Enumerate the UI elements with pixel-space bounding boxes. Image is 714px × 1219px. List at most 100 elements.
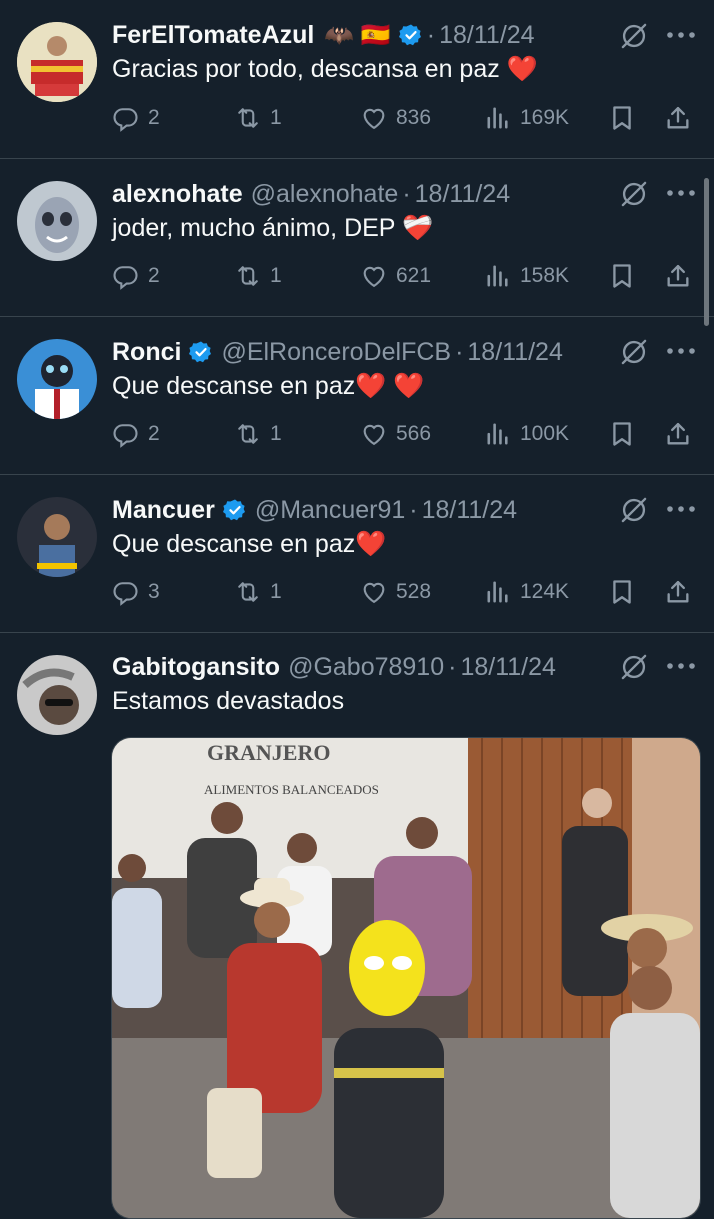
display-name[interactable]: alexnohate [112, 180, 243, 209]
views-icon [484, 262, 512, 290]
views-button[interactable]: 124K [484, 572, 569, 612]
like-count: 566 [396, 422, 432, 445]
tweet-date[interactable]: 18/11/24 [415, 180, 510, 209]
display-name[interactable]: Gabitogansito [112, 653, 280, 682]
avatar[interactable] [17, 339, 97, 419]
reply-icon [112, 578, 140, 606]
share-icon [664, 262, 692, 290]
reply-button[interactable]: 2 [112, 256, 160, 296]
verified-badge-icon [399, 23, 423, 47]
reply-button[interactable]: 2 [112, 414, 160, 454]
more-options-icon[interactable] [666, 30, 696, 40]
view-count: 100K [520, 422, 570, 445]
share-button[interactable] [664, 572, 700, 612]
views-button[interactable]: 158K [484, 256, 569, 296]
retweet-button[interactable]: 1 [234, 572, 282, 612]
like-button[interactable]: 836 [360, 98, 431, 138]
share-button[interactable] [664, 256, 700, 296]
reply-count: 3 [148, 580, 160, 603]
reply-button[interactable]: 3 [112, 572, 160, 612]
display-name[interactable]: FerElTomateAzul [112, 21, 314, 50]
share-icon [664, 104, 692, 132]
reply-button[interactable]: 2 [112, 98, 160, 138]
view-count: 158K [520, 264, 570, 287]
scrollbar[interactable] [704, 178, 709, 326]
tweet-date[interactable]: 18/11/24 [460, 653, 555, 682]
avatar[interactable] [17, 655, 97, 735]
tweet-date[interactable]: 18/11/24 [422, 496, 517, 525]
more-options-icon[interactable] [666, 346, 696, 356]
tweet-actions: 3 1 528 124K [112, 572, 702, 612]
tweet[interactable]: alexnohate @alexnohate · 18/11/24 joder,… [0, 159, 714, 317]
tweet[interactable]: FerElTomateAzul 🦇 🇪🇸 · 18/11/24 Gracias … [0, 0, 714, 159]
grok-icon[interactable] [620, 22, 648, 50]
heart-icon [360, 262, 388, 290]
separator-dot: · [426, 20, 436, 49]
tweet[interactable]: Mancuer @Mancuer91 · 18/11/24 Que descan… [0, 475, 714, 633]
tweet-date[interactable]: 18/11/24 [467, 338, 562, 367]
display-name[interactable]: Mancuer [112, 496, 215, 525]
reply-icon [112, 420, 140, 448]
reply-icon [112, 262, 140, 290]
avatar[interactable] [17, 181, 97, 261]
retweet-count: 1 [270, 422, 282, 445]
more-options-icon[interactable] [666, 504, 696, 514]
retweet-icon [234, 262, 262, 290]
reply-count: 2 [148, 422, 160, 445]
bookmark-icon [608, 578, 636, 606]
like-button[interactable]: 566 [360, 414, 431, 454]
sign-text: GRANJERO [207, 740, 330, 765]
views-icon [484, 420, 512, 448]
grok-icon[interactable] [620, 653, 648, 681]
grok-icon[interactable] [620, 338, 648, 366]
tweet-text: Que descanse en paz❤️ ❤️ [112, 372, 425, 400]
heart-icon [360, 578, 388, 606]
bookmark-button[interactable] [608, 98, 644, 138]
views-button[interactable]: 169K [484, 98, 569, 138]
like-button[interactable]: 528 [360, 572, 431, 612]
tweet-text: Que descanse en paz❤️ [112, 530, 387, 558]
separator-dot: · [448, 652, 457, 681]
retweet-count: 1 [270, 106, 282, 129]
retweet-count: 1 [270, 580, 282, 603]
tweet-media-video[interactable]: GRANJERO ALIMENTOS BALANCEADOS [111, 737, 701, 1219]
bookmark-icon [608, 104, 636, 132]
user-handle[interactable]: @Gabo78910 [288, 653, 444, 682]
tweet-actions: 2 1 621 158K [112, 256, 702, 296]
like-count: 621 [396, 264, 432, 287]
avatar[interactable] [17, 497, 97, 577]
view-count: 124K [520, 580, 570, 603]
user-handle[interactable]: @Mancuer91 [255, 496, 405, 525]
tweet-text: Estamos devastados [112, 687, 345, 715]
verified-badge-icon [223, 498, 247, 522]
bookmark-button[interactable] [608, 414, 644, 454]
share-button[interactable] [664, 414, 700, 454]
avatar[interactable] [17, 22, 97, 102]
like-button[interactable]: 621 [360, 256, 431, 296]
more-options-icon[interactable] [666, 661, 696, 671]
video-frame: GRANJERO ALIMENTOS BALANCEADOS [112, 738, 700, 1218]
verified-badge-icon [189, 340, 213, 364]
retweet-button[interactable]: 1 [234, 256, 282, 296]
reply-icon [112, 104, 140, 132]
display-name[interactable]: Ronci [112, 338, 181, 367]
retweet-icon [234, 104, 262, 132]
bookmark-button[interactable] [608, 572, 644, 612]
separator-dot: · [402, 179, 411, 208]
retweet-count: 1 [270, 264, 282, 287]
tweet-date[interactable]: 18/11/24 [439, 21, 534, 50]
bookmark-button[interactable] [608, 256, 644, 296]
more-options-icon[interactable] [666, 188, 696, 198]
retweet-button[interactable]: 1 [234, 98, 282, 138]
grok-icon[interactable] [620, 180, 648, 208]
user-handle[interactable]: @ElRonceroDelFCB [221, 338, 451, 367]
user-handle[interactable]: @alexnohate [251, 180, 399, 209]
heart-icon [360, 104, 388, 132]
tweet-text: Gracias por todo, descansa en paz ❤️ [112, 55, 538, 83]
share-button[interactable] [664, 98, 700, 138]
tweet[interactable]: Ronci @ElRonceroDelFCB · 18/11/24 Que de… [0, 317, 714, 475]
views-icon [484, 578, 512, 606]
grok-icon[interactable] [620, 496, 648, 524]
retweet-button[interactable]: 1 [234, 414, 282, 454]
views-button[interactable]: 100K [484, 414, 569, 454]
